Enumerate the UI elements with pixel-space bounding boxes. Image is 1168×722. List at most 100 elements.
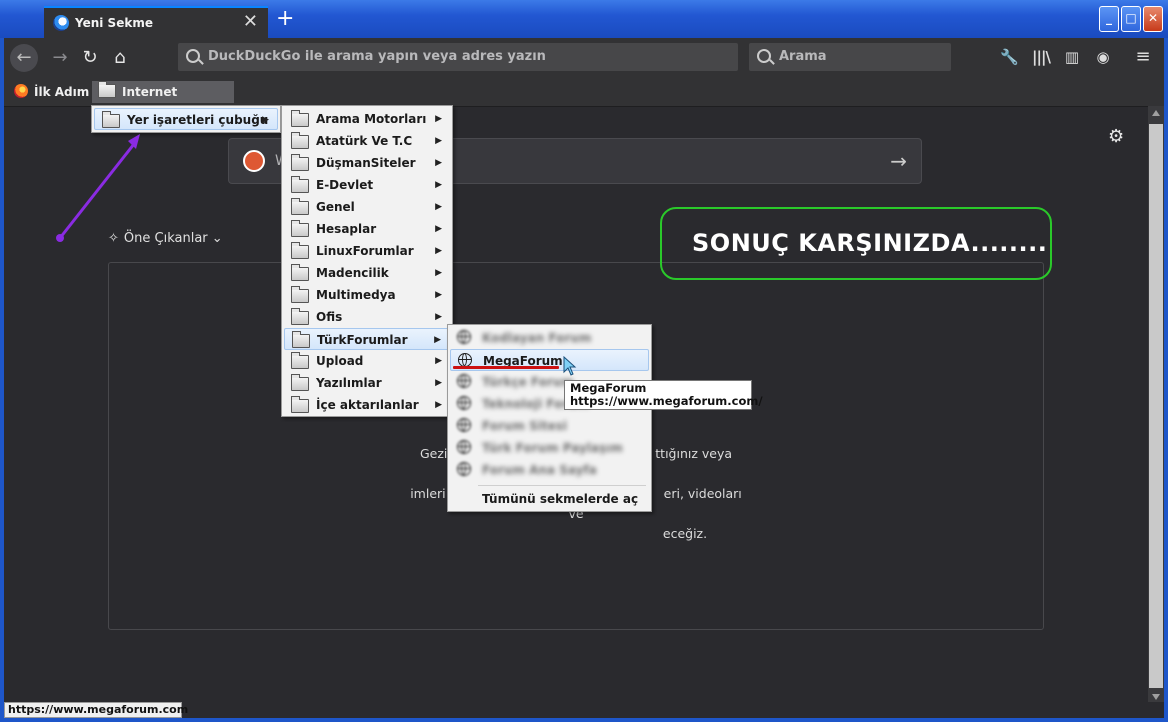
- folder-icon: [102, 111, 120, 128]
- menu-item-folder[interactable]: İçe aktarılanlar ▶: [284, 394, 450, 416]
- folder-icon: [291, 308, 309, 325]
- folder-icon: [98, 81, 116, 98]
- url-bar[interactable]: DuckDuckGo ile arama yapın veya adres ya…: [178, 43, 738, 71]
- sparkle-icon: ✧: [108, 231, 119, 246]
- folder-icon: [291, 154, 309, 171]
- chevron-down-icon: ⌄: [211, 231, 223, 246]
- open-all-in-tabs-item[interactable]: Tümünü sekmelerde aç: [450, 488, 649, 510]
- menu-item-label: Yazılımlar: [316, 376, 382, 390]
- go-arrow-icon[interactable]: →: [890, 149, 907, 173]
- menu-item-label: TürkForumlar: [317, 333, 408, 347]
- url-placeholder: DuckDuckGo ile arama yapın veya adres ya…: [208, 49, 546, 64]
- globe-icon: [457, 374, 471, 388]
- menu-item-folder[interactable]: LinuxForumlar ▶: [284, 240, 450, 262]
- bookmark-label: İlk Adım: [34, 85, 90, 99]
- account-icon[interactable]: ◉: [1094, 48, 1112, 66]
- title-bar: Yeni Sekme ✕ + _ □ ✕: [0, 0, 1168, 38]
- empty-line2-start: imleri: [410, 486, 446, 501]
- menu-item-label: E-Devlet: [316, 178, 374, 192]
- menu-item-bookmark[interactable]: Forum Ana Sayfa: [450, 459, 649, 481]
- search-bar[interactable]: Arama: [749, 43, 951, 71]
- bookmark-ilk-adim[interactable]: İlk Adım: [14, 81, 89, 103]
- menu-item-label: Arama Motorları: [316, 112, 427, 126]
- home-icon[interactable]: ⌂: [106, 44, 134, 72]
- submenu-arrow-icon: ▶: [434, 335, 441, 345]
- scrollbar-thumb[interactable]: [1149, 124, 1163, 688]
- navigation-toolbar: ← → ↻ ⌂ DuckDuckGo ile arama yapın veya …: [4, 38, 1164, 78]
- globe-icon: [457, 330, 471, 344]
- menu-item-label: Atatürk Ve T.C: [316, 134, 413, 148]
- firefox-tab-icon: [53, 15, 69, 31]
- folder-icon: [291, 110, 309, 127]
- folder-icon: [292, 331, 310, 348]
- menu-item-label: Hesaplar: [316, 222, 377, 236]
- bookmark-folder-internet-explorer[interactable]: Internet Explorer ...: [92, 81, 234, 121]
- menu-item-folder[interactable]: Yazılımlar ▶: [284, 372, 450, 394]
- wrench-icon[interactable]: 🔧: [1000, 48, 1019, 66]
- menu-item-folder[interactable]: Arama Motorları ▶: [284, 108, 450, 130]
- folder-icon: [291, 176, 309, 193]
- empty-line3-end: eceğiz.: [662, 526, 708, 541]
- menu-item-bookmark[interactable]: Türk Forum Paylaşım: [450, 437, 649, 459]
- menu-item-bookmark[interactable]: Kodlayan Forum: [450, 327, 649, 349]
- scroll-up-icon[interactable]: [1152, 110, 1160, 116]
- bookmarks-submenu-level3: Kodlayan Forum MegaForum Türkçe Forum Tekno…: [447, 324, 652, 512]
- bookmarks-bar: İlk Adım Internet Explorer ...: [4, 78, 1164, 121]
- tab-new-tab[interactable]: Yeni Sekme ✕: [44, 6, 268, 38]
- menu-item-folder[interactable]: Atatürk Ve T.C ▶: [284, 130, 450, 152]
- menu-item-label: Ofis: [316, 310, 343, 324]
- menu-item-yer-isaretleri-cubugu[interactable]: Yer işaretleri çubuğu ▶: [94, 108, 278, 130]
- menu-item-folder[interactable]: Genel ▶: [284, 196, 450, 218]
- highlights-toggle[interactable]: ✧ Öne Çıkanlar ⌄: [108, 231, 223, 246]
- menu-item-label: Yer işaretleri çubuğu: [127, 113, 269, 127]
- tab-title: Yeni Sekme: [75, 16, 153, 30]
- menu-item-folder[interactable]: Madencilik ▶: [284, 262, 450, 284]
- search-icon: [757, 49, 771, 63]
- folder-icon: [291, 352, 309, 369]
- bookmarks-submenu-level1: Yer işaretleri çubuğu ▶: [91, 105, 281, 133]
- folder-icon: [291, 264, 309, 281]
- submenu-arrow-icon: ▶: [435, 268, 442, 278]
- menu-item-bookmark[interactable]: Forum Sitesi: [450, 415, 649, 437]
- forward-arrow-icon[interactable]: →: [46, 44, 74, 72]
- submenu-arrow-icon: ▶: [435, 246, 442, 256]
- submenu-arrow-icon: ▶: [435, 400, 442, 410]
- sidebar-icon[interactable]: ▥: [1063, 48, 1081, 66]
- menu-separator: [478, 485, 646, 486]
- status-bar-url: https://www.megaforum.com: [4, 702, 188, 718]
- menu-item-folder[interactable]: Ofis ▶: [284, 306, 450, 328]
- submenu-arrow-icon: ▶: [435, 180, 442, 190]
- back-arrow-icon[interactable]: ←: [10, 44, 38, 72]
- settings-gear-icon[interactable]: ⚙: [1108, 126, 1124, 147]
- menu-item-folder[interactable]: DüşmanSiteler ▶: [284, 152, 450, 174]
- duckduckgo-icon: [243, 150, 265, 172]
- folder-icon: [291, 220, 309, 237]
- menu-item-folder[interactable]: E-Devlet ▶: [284, 174, 450, 196]
- scroll-down-icon[interactable]: [1152, 694, 1160, 700]
- menu-item-folder[interactable]: Upload ▶: [284, 350, 450, 372]
- folder-icon: [291, 286, 309, 303]
- close-tab-icon[interactable]: ✕: [243, 12, 258, 32]
- new-tab-button[interactable]: +: [276, 8, 294, 30]
- submenu-arrow-icon: ▶: [435, 224, 442, 234]
- reload-icon[interactable]: ↻: [76, 44, 104, 72]
- search-placeholder: Arama: [779, 49, 827, 64]
- menu-item-folder[interactable]: Multimedya ▶: [284, 284, 450, 306]
- globe-icon: [458, 353, 472, 367]
- red-underline-annotation: [453, 366, 559, 369]
- minimize-button[interactable]: _: [1099, 6, 1119, 32]
- close-window-button[interactable]: ✕: [1143, 6, 1163, 32]
- menu-item-label: Forum Ana Sayfa: [482, 463, 597, 477]
- menu-item-folder[interactable]: Hesaplar ▶: [284, 218, 450, 240]
- menu-item-folder[interactable]: TürkForumlar ▶: [284, 328, 450, 350]
- globe-icon: [457, 418, 471, 432]
- menu-item-label: Kodlayan Forum: [482, 331, 592, 345]
- library-icon[interactable]: |||\: [1032, 48, 1051, 66]
- submenu-arrow-icon: ▶: [435, 290, 442, 300]
- folder-icon: [291, 132, 309, 149]
- submenu-arrow-icon: ▶: [435, 378, 442, 388]
- maximize-button[interactable]: □: [1121, 6, 1141, 32]
- hamburger-menu-icon[interactable]: ≡: [1134, 48, 1152, 66]
- submenu-arrow-icon: ▶: [435, 114, 442, 124]
- globe-icon: [457, 462, 471, 476]
